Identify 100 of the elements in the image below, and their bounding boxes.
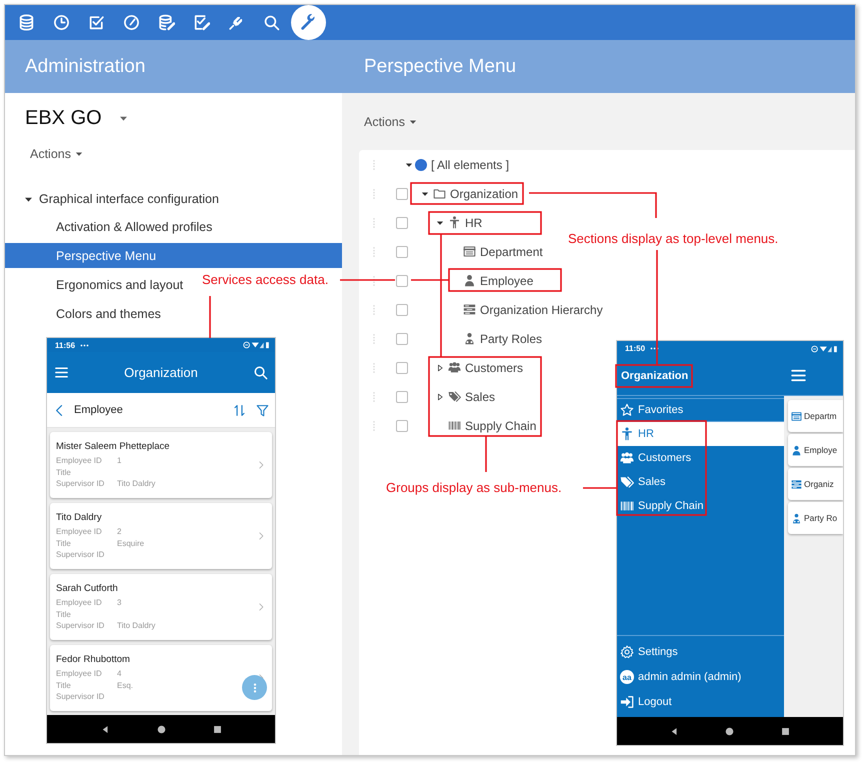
more-dots-icon	[80, 344, 90, 346]
person-roles-icon	[791, 512, 802, 524]
checkbox[interactable]	[396, 362, 408, 374]
people-icon	[448, 361, 461, 374]
table-name: Employe	[804, 445, 838, 455]
app-title: Organization	[123, 365, 199, 380]
table-icon	[463, 245, 476, 258]
table-card[interactable]: Departm	[788, 400, 843, 432]
app-title: Organization	[621, 370, 688, 382]
checkbox[interactable]	[396, 188, 408, 200]
annotation-text: Groups display as sub-menus.	[386, 480, 562, 496]
tree-label[interactable]: Party Roles	[480, 332, 542, 346]
tree-label[interactable]: Supply Chain	[465, 418, 536, 432]
menu-item[interactable]: Supply Chain	[617, 494, 784, 518]
field-label: Employee ID	[56, 527, 103, 536]
person-icon	[791, 444, 802, 456]
checkbox[interactable]	[396, 332, 408, 344]
leader-line	[485, 436, 487, 472]
checkbox[interactable]	[396, 420, 408, 432]
filter-icon[interactable]	[256, 404, 269, 416]
record-card[interactable]: Sarah Cutforth Employee ID 3 Title Supervisor ID Tito Daldry	[50, 574, 272, 640]
tags-icon	[620, 475, 634, 489]
table-icon	[791, 410, 802, 422]
tags-icon	[448, 390, 461, 403]
nav-item[interactable]: Colors and themes	[5, 301, 342, 326]
tree-label[interactable]: HR	[465, 216, 482, 230]
table-card[interactable]: Organiz	[788, 468, 843, 500]
home-icon[interactable]	[156, 724, 166, 734]
status-icons-drawing	[243, 341, 270, 349]
logout-icon	[620, 695, 634, 709]
sort-icon[interactable]	[233, 404, 246, 416]
star-icon	[620, 403, 634, 417]
caret-icon[interactable]	[435, 392, 445, 402]
search-icon[interactable]	[253, 365, 268, 380]
table-card[interactable]: Party Ro	[788, 502, 843, 534]
tree-label[interactable]: Department	[480, 244, 543, 258]
tree-label[interactable]: Organization Hierarchy	[480, 302, 603, 316]
standing-person-icon	[620, 427, 634, 441]
caret-icon[interactable]	[435, 362, 445, 372]
folder-icon	[433, 187, 446, 200]
nav-item[interactable]: Perspective Menu	[5, 243, 342, 268]
home-icon[interactable]	[724, 726, 736, 736]
tree-label[interactable]: Employee	[480, 274, 534, 288]
actions-menu[interactable]: Actions	[30, 146, 84, 162]
people-icon	[620, 451, 634, 465]
record-name: Sarah Cutforth	[56, 582, 119, 594]
record-card[interactable]: Fedor Rhubottom Employee ID 4 Title Esq. Supervisor ID	[50, 645, 272, 711]
menu-item[interactable]: Logout	[617, 690, 784, 714]
field-label: Employee ID	[56, 669, 103, 678]
menu-item[interactable]: aa admin admin (admin)	[617, 665, 784, 689]
tree-label[interactable]: Organization	[450, 186, 518, 200]
field-value: Esq.	[117, 680, 134, 690]
person-roles-icon	[463, 332, 476, 345]
field-value: 2	[117, 527, 122, 536]
tree-label[interactable]: Customers	[465, 360, 524, 374]
menu-item[interactable]: Customers	[617, 446, 784, 470]
field-label: Title	[56, 610, 72, 618]
field-label: Employee ID	[56, 598, 103, 607]
field-value: 3	[117, 598, 122, 607]
menu-item[interactable]: HR	[617, 422, 784, 446]
tree-label[interactable]: Sales	[465, 390, 496, 404]
table-name: Departm	[804, 411, 837, 421]
actions-menu[interactable]: Actions	[364, 114, 855, 130]
recent-apps-icon[interactable]	[212, 724, 222, 734]
field-label: Supervisor ID	[56, 550, 106, 559]
leader-line	[209, 296, 211, 338]
tree-label[interactable]: [ All elements ]	[431, 158, 510, 172]
recent-apps-icon[interactable]	[780, 726, 791, 736]
table-card[interactable]: Employe	[788, 434, 843, 466]
field-label: Title	[56, 538, 72, 548]
annotation-text: Sections display as top-level menus.	[568, 231, 778, 247]
wrench-icon[interactable]	[291, 5, 326, 40]
field-label: Supervisor ID	[56, 479, 106, 488]
field-value: Tito Daldry	[117, 479, 156, 488]
page-title: Administration	[25, 56, 146, 76]
checkbox[interactable]	[396, 304, 408, 316]
field-label: Supervisor ID	[56, 621, 106, 630]
menu-icon[interactable]	[54, 365, 69, 380]
field-label: Supervisor ID	[56, 692, 106, 701]
checkbox[interactable]	[396, 274, 408, 286]
checkbox[interactable]	[396, 246, 408, 258]
record-card[interactable]: Mister Saleem Phetteplace Employee ID 1 Title Supervisor ID Tito Daldry	[50, 432, 272, 498]
table-name: Organiz	[804, 479, 834, 489]
nav-group[interactable]: Graphical interface configuration	[5, 188, 219, 210]
field-label: Title	[56, 468, 72, 476]
field-label: Title	[56, 680, 72, 690]
avatar: aa	[620, 670, 634, 684]
settings-icon	[620, 645, 634, 659]
page-title: Perspective Menu	[364, 56, 516, 76]
nav-item[interactable]: Activation & Allowed profiles	[5, 214, 342, 239]
menu-icon[interactable]	[790, 367, 807, 384]
status-time: 11:56	[55, 340, 76, 350]
checkbox[interactable]	[396, 216, 408, 228]
record-name: Fedor Rhubottom	[56, 654, 131, 665]
record-card[interactable]: Tito Daldry Employee ID 2 Title Esquire Supervisor ID	[50, 503, 272, 569]
menu-item[interactable]: Settings	[617, 640, 784, 664]
checkbox[interactable]	[396, 390, 408, 402]
record-name: Tito Daldry	[56, 512, 103, 523]
menu-item[interactable]: Sales	[617, 470, 784, 494]
field-value: Esquire	[117, 538, 144, 548]
